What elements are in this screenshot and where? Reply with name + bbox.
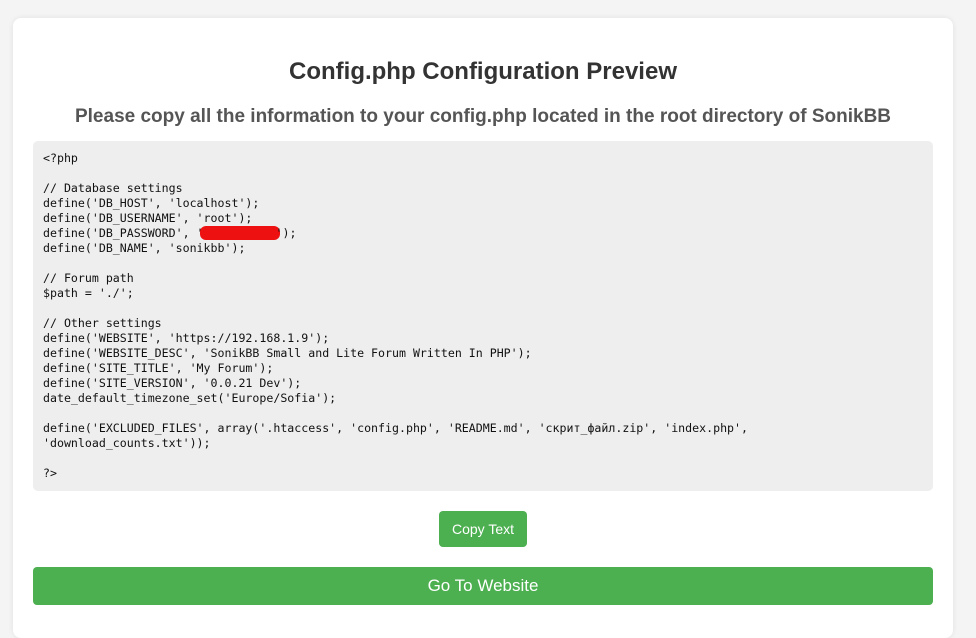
code-line: define('DB_HOST', 'localhost'); (43, 196, 260, 210)
code-line: define('WEBSITE_DESC', 'SonikBB Small an… (43, 346, 532, 360)
code-line: define('DB_USERNAME', 'root'); (43, 211, 253, 225)
code-line: 'download_counts.txt')); (43, 436, 211, 450)
code-line: date_default_timezone_set('Europe/Sofia'… (43, 391, 337, 405)
code-line: // Database settings (43, 181, 183, 195)
code-password-suffix: '); (275, 226, 297, 240)
go-to-website-button[interactable]: Go To Website (33, 567, 933, 605)
code-line: // Forum path (43, 271, 134, 285)
code-password-prefix: define('DB_PASSWORD', ' (43, 226, 204, 240)
copy-text-button[interactable]: Copy Text (439, 511, 527, 547)
code-line: // Other settings (43, 316, 162, 330)
code-line: define('SITE_TITLE', 'My Forum'); (43, 361, 274, 375)
code-line: <?php (43, 151, 78, 165)
code-line: define('EXCLUDED_FILES', array('.htacces… (43, 421, 748, 435)
code-line: define('SITE_VERSION', '0.0.21 Dev'); (43, 376, 302, 390)
config-preview-card: Config.php Configuration Preview Please … (13, 18, 953, 638)
page-title: Config.php Configuration Preview (289, 58, 677, 85)
redacted-password-mark (199, 226, 280, 240)
code-line: define('DB_NAME', 'sonikbb'); (43, 241, 246, 255)
code-line: ?> (43, 466, 57, 480)
code-line: $path = './'; (43, 286, 134, 300)
code-line-password: define('DB_PASSWORD', ' '); (43, 226, 923, 241)
config-code-block[interactable]: <?php // Database settings define('DB_HOST… (33, 141, 933, 491)
code-line: define('WEBSITE', 'https://192.168.1.9')… (43, 331, 330, 345)
page-subtitle: Please copy all the information to your … (74, 106, 892, 127)
